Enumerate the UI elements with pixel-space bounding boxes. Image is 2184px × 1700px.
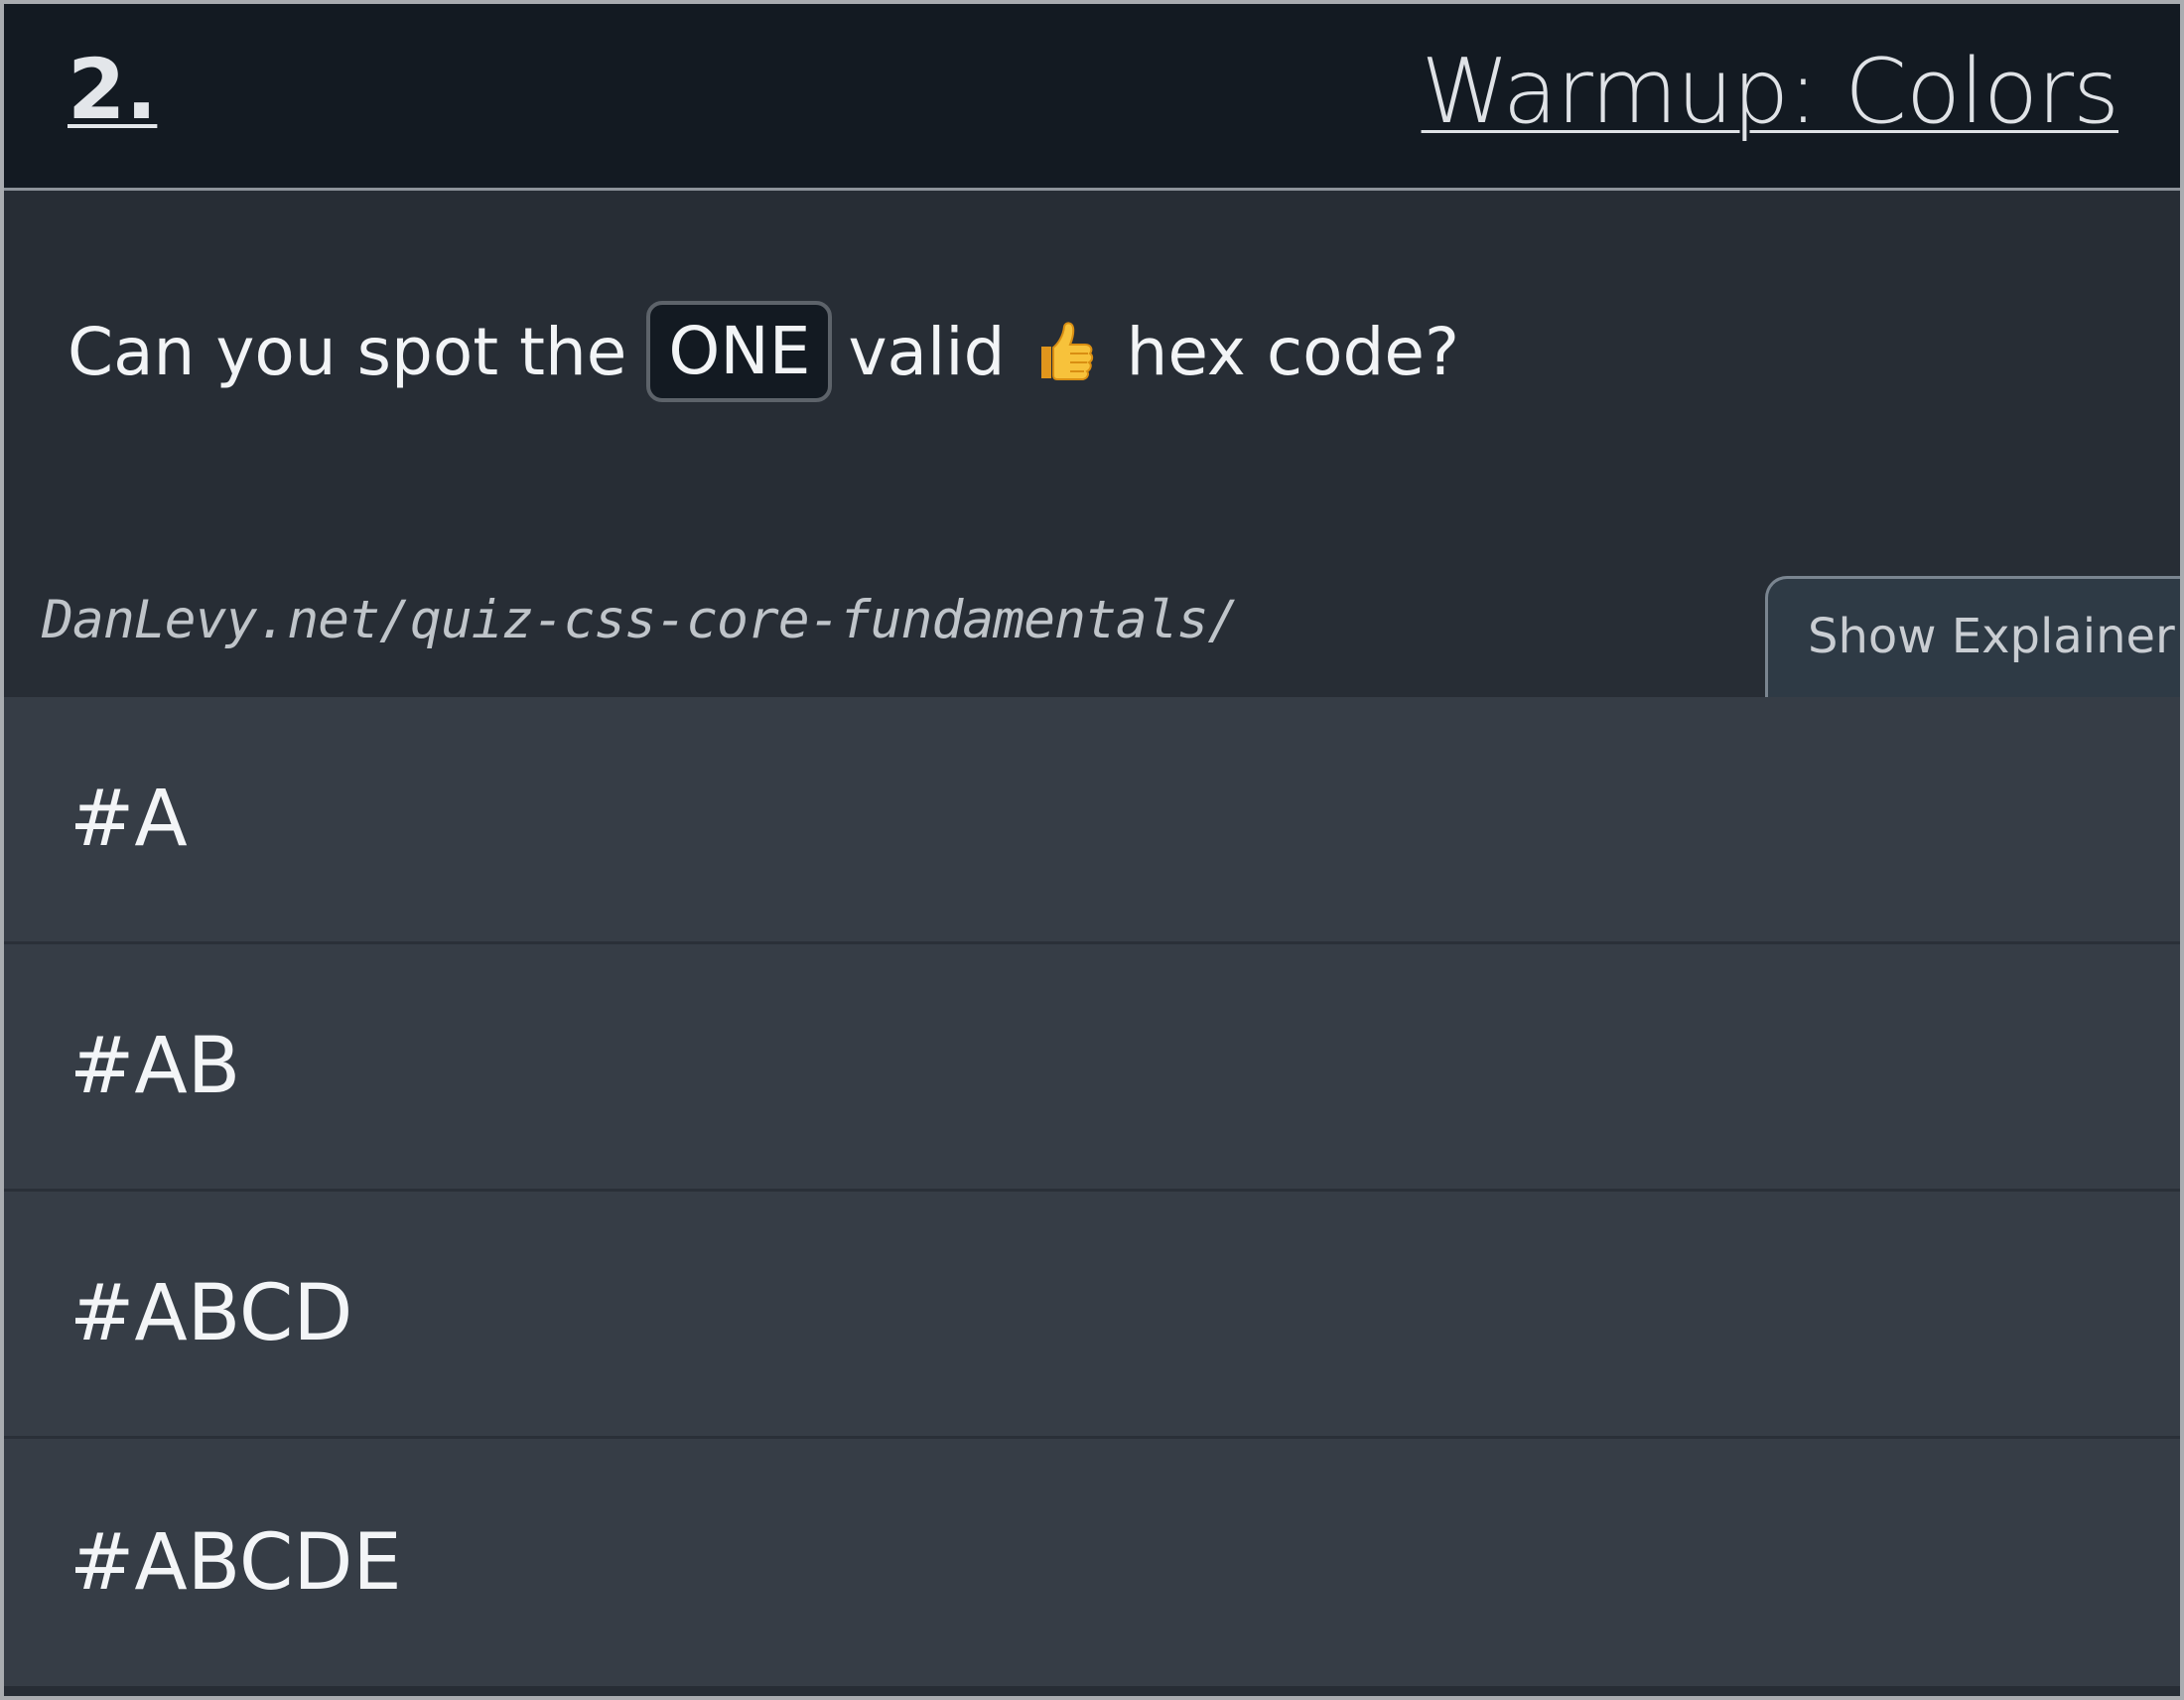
show-explainer-button[interactable]: Show Explainer: [1765, 576, 2180, 701]
prompt-text-end: hex code?: [1126, 313, 1460, 390]
answer-option[interactable]: #A: [4, 697, 2180, 944]
prompt-emphasis-badge: ONE: [646, 301, 833, 402]
question-title[interactable]: Warmup: Colors: [1422, 48, 2119, 137]
prompt-text-start: Can you spot the: [68, 313, 627, 390]
question-header: 2. Warmup: Colors: [4, 4, 2180, 191]
quiz-card: 2. Warmup: Colors Can you spot the ONE v…: [0, 0, 2184, 1700]
answer-options: #A #AB #ABCD #ABCDE: [4, 697, 2180, 1686]
question-prompt: Can you spot the ONE valid hex code?: [68, 282, 1459, 421]
prompt-text-valid: valid: [848, 313, 1006, 390]
question-number[interactable]: 2.: [68, 48, 157, 131]
answer-option[interactable]: #ABCD: [4, 1192, 2180, 1439]
thumbs-up-icon: [1027, 317, 1097, 386]
answer-option[interactable]: #ABCDE: [4, 1439, 2180, 1686]
answer-option[interactable]: #AB: [4, 944, 2180, 1192]
source-url: DanLevy.net/quiz-css-core-fundamentals/: [42, 590, 1239, 650]
